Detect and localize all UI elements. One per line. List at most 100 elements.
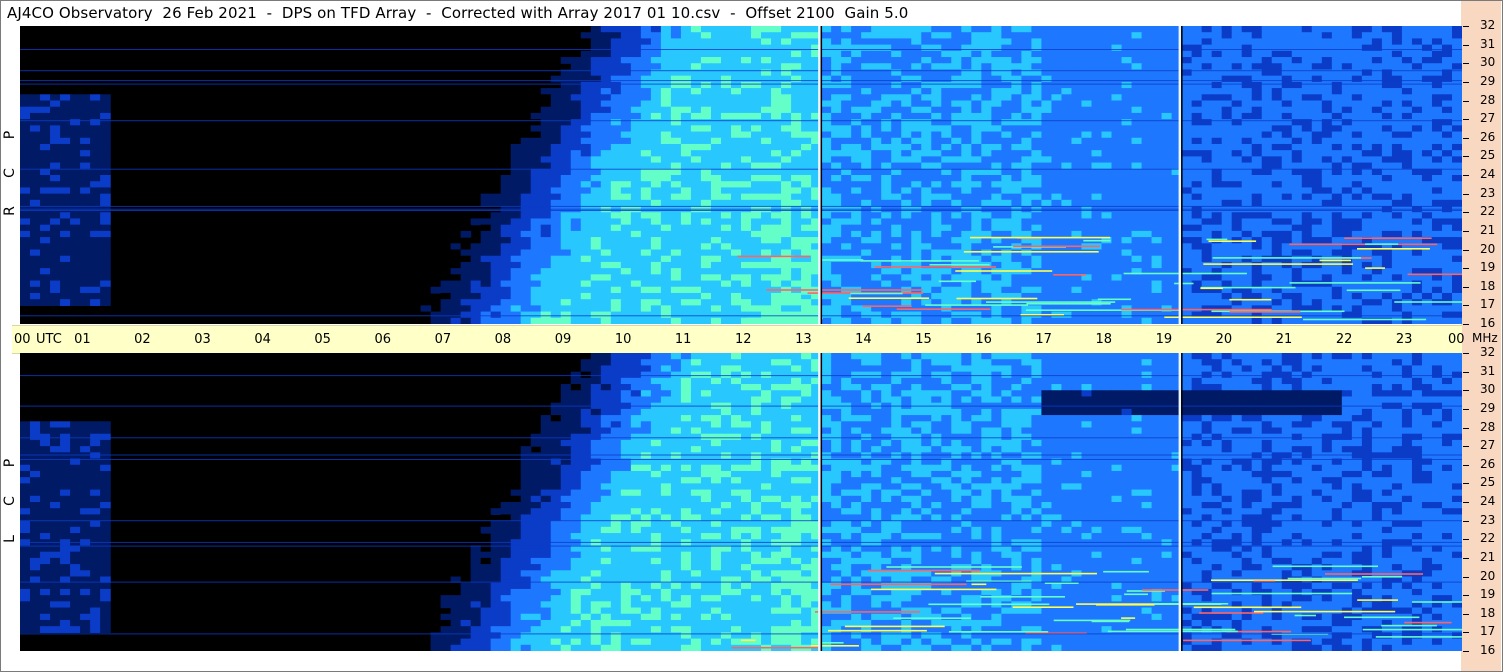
interference-streak	[970, 236, 1111, 239]
heatmap-cell	[620, 75, 632, 83]
heatmap-cell	[1011, 26, 1022, 33]
heatmap-cell	[1001, 280, 1012, 288]
heatmap-cell	[1271, 106, 1283, 114]
heatmap-cell	[570, 193, 582, 201]
heatmap-cell	[1161, 32, 1173, 40]
heatmap-cell	[100, 280, 111, 288]
heatmap-cell	[1351, 150, 1363, 157]
heatmap-cell	[1301, 292, 1313, 300]
heatmap-cell	[720, 81, 732, 89]
heatmap-cell	[1201, 100, 1213, 108]
heatmap-cell	[1451, 280, 1462, 288]
heatmap-cell	[961, 100, 972, 108]
heatmap-cell	[670, 100, 682, 108]
heatmap-cell	[1371, 230, 1383, 238]
heatmap-cell	[1261, 156, 1273, 164]
heatmap-cell	[650, 175, 662, 182]
heatmap-cell	[60, 125, 71, 133]
heatmap-cell	[831, 311, 842, 319]
heatmap-cell	[1401, 125, 1413, 133]
heatmap-cell	[1271, 261, 1283, 269]
heatmap-cell	[1441, 292, 1453, 300]
heatmap-cell	[1071, 44, 1083, 52]
heatmap-cell	[680, 38, 692, 46]
heatmap-cell	[891, 175, 902, 182]
heatmap-cell	[1401, 75, 1413, 83]
heatmap-cell	[620, 100, 632, 108]
heatmap-cell	[1251, 137, 1263, 145]
heatmap-cell	[700, 317, 712, 324]
heatmap-cell	[1201, 125, 1213, 133]
heatmap-cell	[1381, 81, 1393, 89]
heatmap-cell	[700, 305, 712, 313]
heatmap-cell	[650, 88, 662, 95]
heatmap-cell	[791, 199, 802, 207]
heatmap-cell	[640, 286, 652, 294]
heatmap-cell	[70, 193, 81, 201]
heatmap-cell	[881, 75, 892, 83]
heatmap-cell	[1261, 32, 1273, 40]
heatmap-cell	[921, 143, 932, 151]
heatmap-cell	[580, 63, 592, 71]
heatmap-cell	[861, 131, 872, 139]
heatmap-cell	[771, 162, 782, 170]
heatmap-cell	[690, 168, 702, 176]
heatmap-cell	[1111, 168, 1123, 176]
heatmap-cell	[720, 193, 732, 201]
heatmap-cell	[630, 88, 642, 95]
heatmap-cell	[1261, 119, 1273, 126]
heatmap-cell	[640, 181, 652, 189]
heatmap-cell	[570, 187, 582, 195]
heatmap-cell	[741, 230, 752, 238]
heatmap-cell	[1231, 94, 1243, 102]
heatmap-cell	[570, 131, 582, 139]
heatmap-cell	[881, 32, 892, 40]
heatmap-cell	[620, 131, 632, 139]
heatmap-cell	[1121, 44, 1133, 52]
heatmap-cell	[1351, 199, 1363, 207]
heatmap-cell	[741, 94, 752, 102]
heatmap-cell	[590, 243, 602, 251]
heatmap-cell	[1221, 317, 1233, 324]
heatmap-cell	[1391, 193, 1403, 201]
heatmap-cell	[841, 137, 852, 145]
heatmap-cell	[1381, 181, 1393, 189]
heatmap-cell	[1101, 286, 1113, 294]
heatmap-cell	[1191, 119, 1203, 126]
heatmap-cell	[1191, 230, 1203, 238]
heatmap-cell	[751, 274, 762, 282]
heatmap-cell	[831, 317, 842, 324]
heatmap-cell	[921, 94, 932, 102]
heatmap-cell	[1421, 199, 1433, 207]
heatmap-cell	[881, 156, 892, 164]
heatmap-cell	[1441, 137, 1453, 145]
heatmap-cell	[961, 119, 972, 126]
heatmap-cell	[590, 26, 602, 33]
heatmap-cell	[1221, 280, 1233, 288]
heatmap-cell	[901, 26, 912, 33]
heatmap-cell	[1251, 32, 1263, 40]
heatmap-cell	[670, 230, 682, 238]
heatmap-cell	[1331, 75, 1343, 83]
heatmap-cell	[1011, 88, 1022, 95]
interference-streak	[862, 305, 912, 307]
heatmap-cell	[881, 63, 892, 71]
heatmap-cell	[570, 255, 582, 263]
heatmap-cell	[761, 106, 772, 114]
heatmap-cell	[70, 112, 81, 120]
heatmap-cell	[620, 268, 632, 275]
heatmap-cell	[600, 255, 612, 263]
heatmap-cell	[610, 268, 622, 275]
heatmap-cell	[490, 175, 502, 182]
heatmap-cell	[510, 255, 522, 263]
heatmap-cell	[530, 156, 542, 164]
heatmap-cell	[1411, 131, 1423, 139]
heatmap-cell	[1221, 137, 1233, 145]
heatmap-cell	[1351, 280, 1363, 288]
heatmap-cell	[570, 168, 582, 176]
heatmap-cell	[60, 268, 71, 275]
heatmap-cell	[781, 63, 792, 71]
heatmap-cell	[1241, 100, 1253, 108]
heatmap-cell	[851, 218, 862, 226]
heatmap-cell	[1071, 268, 1083, 275]
